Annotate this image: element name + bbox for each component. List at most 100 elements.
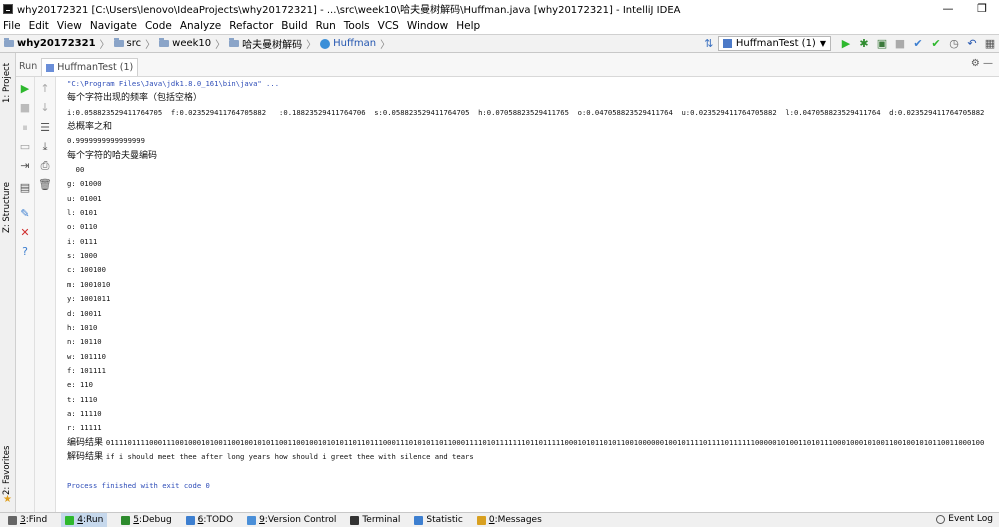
- bottom-tab-statistic[interactable]: Statistic: [414, 515, 463, 525]
- soft-wrap-icon[interactable]: ☰: [35, 121, 55, 135]
- run-configuration-select[interactable]: HuffmanTest (1) ▼: [717, 36, 831, 51]
- folder-icon: [113, 38, 124, 47]
- close-icon[interactable]: ✕: [16, 226, 34, 240]
- console-line: r: 11111: [67, 423, 102, 433]
- breadcrumb-week10[interactable]: week10 〉: [159, 36, 225, 51]
- window-title-bar: why20172321 [C:\Users\lenovo\IdeaProject…: [0, 0, 999, 17]
- menu-refactor[interactable]: Refactor: [229, 20, 273, 32]
- run-icon: [65, 515, 75, 525]
- bottom-tab-label: Debug: [142, 515, 172, 525]
- console-line: d: 10011: [67, 308, 102, 318]
- bottom-tab-find[interactable]: 3: Find: [8, 515, 47, 525]
- debug-icon: [121, 515, 131, 525]
- console-line: e: 110: [67, 380, 93, 390]
- bottom-tab-version-control[interactable]: 9: Version Control: [247, 515, 336, 525]
- project-folder-icon: [4, 38, 14, 47]
- down-arrow-icon[interactable]: ↓: [35, 101, 55, 115]
- event-log-button[interactable]: Event Log: [936, 514, 993, 524]
- build-icon[interactable]: ⇅: [700, 36, 718, 51]
- run-panel-label: Run: [19, 61, 38, 72]
- breadcrumb-src[interactable]: src 〉: [113, 36, 155, 51]
- left-tool-stripe: 1: Project Z: Structure 2: Favorites ★: [0, 53, 16, 512]
- console-line: w: 101110: [67, 351, 106, 361]
- star-icon: ★: [3, 494, 12, 505]
- navigation-bar: why20172321 〉 src 〉 week10 〉 哈夫曼树解码〉 Huffma…: [0, 34, 999, 53]
- menu-vcs[interactable]: VCS: [378, 20, 399, 32]
- console-line: h: 1010: [67, 322, 98, 332]
- event-log-icon: [936, 514, 946, 524]
- bottom-tab-label: Statistic: [426, 515, 463, 525]
- console-line: a: 11110: [67, 408, 102, 418]
- tab-structure[interactable]: Z: Structure: [2, 175, 14, 233]
- console-line: s: 1000: [67, 251, 98, 261]
- help-icon[interactable]: ?: [16, 245, 34, 259]
- menu-view[interactable]: View: [57, 20, 82, 32]
- pin-icon[interactable]: ✎: [16, 207, 34, 221]
- vcs-commit-icon[interactable]: ✔: [927, 36, 945, 51]
- menu-file[interactable]: File: [3, 20, 21, 32]
- menu-tools[interactable]: Tools: [344, 20, 370, 32]
- vcs-history-icon[interactable]: ◷: [945, 36, 963, 51]
- bottom-tab-terminal[interactable]: Terminal: [350, 515, 400, 525]
- exit-icon[interactable]: ⇥: [16, 159, 34, 173]
- console-line: l: 0101: [67, 208, 98, 218]
- console-line: 00: [67, 165, 85, 175]
- console-line: m: 1001010: [67, 279, 111, 289]
- menu-edit[interactable]: Edit: [29, 20, 49, 32]
- camera-icon[interactable]: ▭: [16, 140, 34, 154]
- breadcrumb-project[interactable]: why20172321 〉: [4, 36, 110, 51]
- stop-icon[interactable]: ■: [891, 36, 909, 51]
- menu-code[interactable]: Code: [145, 20, 172, 32]
- up-arrow-icon[interactable]: ↑: [35, 82, 55, 96]
- bottom-tab-label: TODO: [206, 515, 234, 525]
- menu-help[interactable]: Help: [456, 20, 480, 32]
- menu-navigate[interactable]: Navigate: [90, 20, 137, 32]
- vcs-update-icon[interactable]: ✔: [909, 36, 927, 51]
- menu-run[interactable]: Run: [316, 20, 336, 32]
- intellij-logo-icon: [3, 3, 13, 14]
- menu-bar: File Edit View Navigate Code Analyze Ref…: [0, 17, 999, 34]
- run-icon[interactable]: ▶: [837, 36, 855, 51]
- tab-favorites[interactable]: 2: Favorites: [2, 439, 14, 495]
- console-line: n: 10110: [67, 337, 102, 347]
- console-line: 解码结果 if i should meet thee after long ye…: [67, 450, 999, 464]
- coverage-icon[interactable]: ▣: [873, 36, 891, 51]
- console-line: f: 101111: [67, 365, 106, 375]
- bottom-tab-label: Terminal: [362, 515, 401, 525]
- breadcrumb-package[interactable]: 哈夫曼树解码〉: [229, 36, 316, 51]
- bottom-tab-debug[interactable]: 5: Debug: [121, 515, 172, 525]
- bottom-tab-messages[interactable]: 0: Messages: [476, 515, 542, 525]
- class-icon: [320, 38, 331, 49]
- trash-icon[interactable]: 🗑: [35, 178, 55, 192]
- minimize-button[interactable]: —: [931, 2, 965, 15]
- console-line: 0.9999999999999999: [67, 136, 145, 146]
- pause-icon[interactable]: ⏸: [16, 121, 34, 135]
- undo-icon[interactable]: ↶: [963, 36, 981, 51]
- print-icon[interactable]: ⎙: [35, 159, 55, 173]
- statistic-icon: [414, 515, 424, 525]
- menu-window[interactable]: Window: [407, 20, 448, 32]
- window-title: why20172321 [C:\Users\lenovo\IdeaProject…: [17, 5, 681, 16]
- console-line-value: if i should meet thee after long years h…: [105, 451, 474, 461]
- layout-icon[interactable]: ▤: [16, 181, 34, 195]
- bottom-tab-label: Run: [86, 515, 104, 525]
- gear-icon[interactable]: ⚙ —: [971, 58, 993, 69]
- project-structure-icon[interactable]: ▦: [981, 36, 999, 51]
- menu-build[interactable]: Build: [281, 20, 307, 32]
- run-tab[interactable]: HuffmanTest (1): [41, 58, 139, 76]
- console-output[interactable]: "C:\Program Files\Java\jdk1.8.0_161\bin\…: [56, 77, 999, 512]
- scroll-to-end-icon[interactable]: ⤓: [35, 140, 55, 154]
- console-line: y: 1001011: [67, 294, 111, 304]
- stop-icon[interactable]: ■: [16, 101, 34, 115]
- console-line: c: 100100: [67, 265, 106, 275]
- bottom-tab-run[interactable]: 4: Run: [61, 513, 108, 527]
- breadcrumb-class[interactable]: Huffman 〉: [320, 36, 390, 51]
- maximize-button[interactable]: ❐: [965, 2, 999, 15]
- menu-analyze[interactable]: Analyze: [180, 20, 221, 32]
- rerun-icon[interactable]: ▶: [16, 82, 34, 96]
- tab-project[interactable]: 1: Project: [2, 59, 14, 103]
- bottom-tab-todo[interactable]: 6: TODO: [185, 515, 234, 525]
- debug-icon[interactable]: ✱: [855, 36, 873, 51]
- todo-icon: [185, 515, 195, 525]
